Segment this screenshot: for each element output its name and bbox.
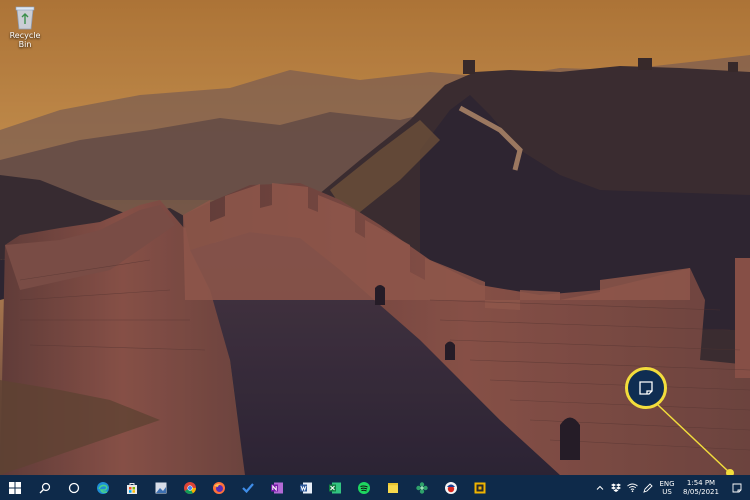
input-language-indicator[interactable]: ENG US — [656, 475, 678, 500]
onenote-button[interactable] — [262, 475, 291, 500]
excel-button[interactable] — [320, 475, 349, 500]
edge-icon — [96, 481, 109, 494]
photos-button[interactable] — [146, 475, 175, 500]
app2-button[interactable] — [436, 475, 465, 500]
recycle-bin-label: Recycle Bin — [9, 31, 41, 49]
spotify-button[interactable] — [349, 475, 378, 500]
word-button[interactable] — [291, 475, 320, 500]
recycle-bin-icon — [15, 6, 35, 30]
wifi-icon — [626, 483, 638, 492]
checkmark-icon — [241, 482, 254, 493]
language-code: ENG — [659, 479, 675, 488]
recycle-bin-shortcut[interactable]: Recycle Bin — [2, 4, 48, 49]
clock[interactable]: 1:54 PM 8/05/2021 — [678, 475, 724, 500]
system-tray: ENG US 1:54 PM 8/05/2021 — [592, 475, 750, 500]
wifi-tray-button[interactable] — [624, 475, 640, 500]
dropbox-tray-button[interactable] — [608, 475, 624, 500]
sticky-notes-button[interactable] — [378, 475, 407, 500]
circle-app-icon — [444, 481, 457, 494]
edge-button[interactable] — [88, 475, 117, 500]
callout-highlight — [625, 367, 667, 409]
action-center-button[interactable] — [724, 475, 750, 500]
flower-icon — [415, 481, 428, 494]
windows-logo-icon — [9, 481, 21, 494]
app-button[interactable] — [407, 475, 436, 500]
region-code: US — [662, 487, 672, 496]
firefox-button[interactable] — [204, 475, 233, 500]
pen-workspace-button[interactable] — [640, 475, 656, 500]
onenote-icon — [270, 482, 283, 493]
chrome-button[interactable] — [175, 475, 204, 500]
clock-date: 8/05/2021 — [683, 487, 719, 496]
taskbar: ENG US 1:54 PM 8/05/2021 — [0, 475, 750, 500]
chrome-icon — [183, 481, 196, 494]
chevron-up-icon — [596, 485, 604, 490]
square-app-icon — [474, 482, 485, 493]
firefox-icon — [212, 481, 225, 494]
store-button[interactable] — [117, 475, 146, 500]
notification-icon — [732, 483, 742, 492]
excel-icon — [328, 482, 341, 493]
app3-button[interactable] — [465, 475, 494, 500]
spotify-icon — [357, 481, 370, 494]
show-hidden-icons-button[interactable] — [592, 475, 608, 500]
search-button[interactable] — [30, 475, 59, 500]
start-button[interactable] — [0, 475, 30, 500]
store-bag-icon — [126, 482, 137, 494]
clock-time: 1:54 PM — [686, 478, 716, 487]
pen-icon — [643, 482, 653, 493]
dropbox-icon — [611, 483, 621, 492]
search-icon — [39, 482, 50, 493]
sticky-note-icon — [387, 482, 398, 493]
todo-button[interactable] — [233, 475, 262, 500]
word-icon — [299, 482, 312, 493]
notification-icon — [639, 381, 653, 395]
cortana-circle-icon — [68, 482, 79, 493]
cortana-button[interactable] — [59, 475, 88, 500]
photos-icon — [155, 482, 166, 493]
